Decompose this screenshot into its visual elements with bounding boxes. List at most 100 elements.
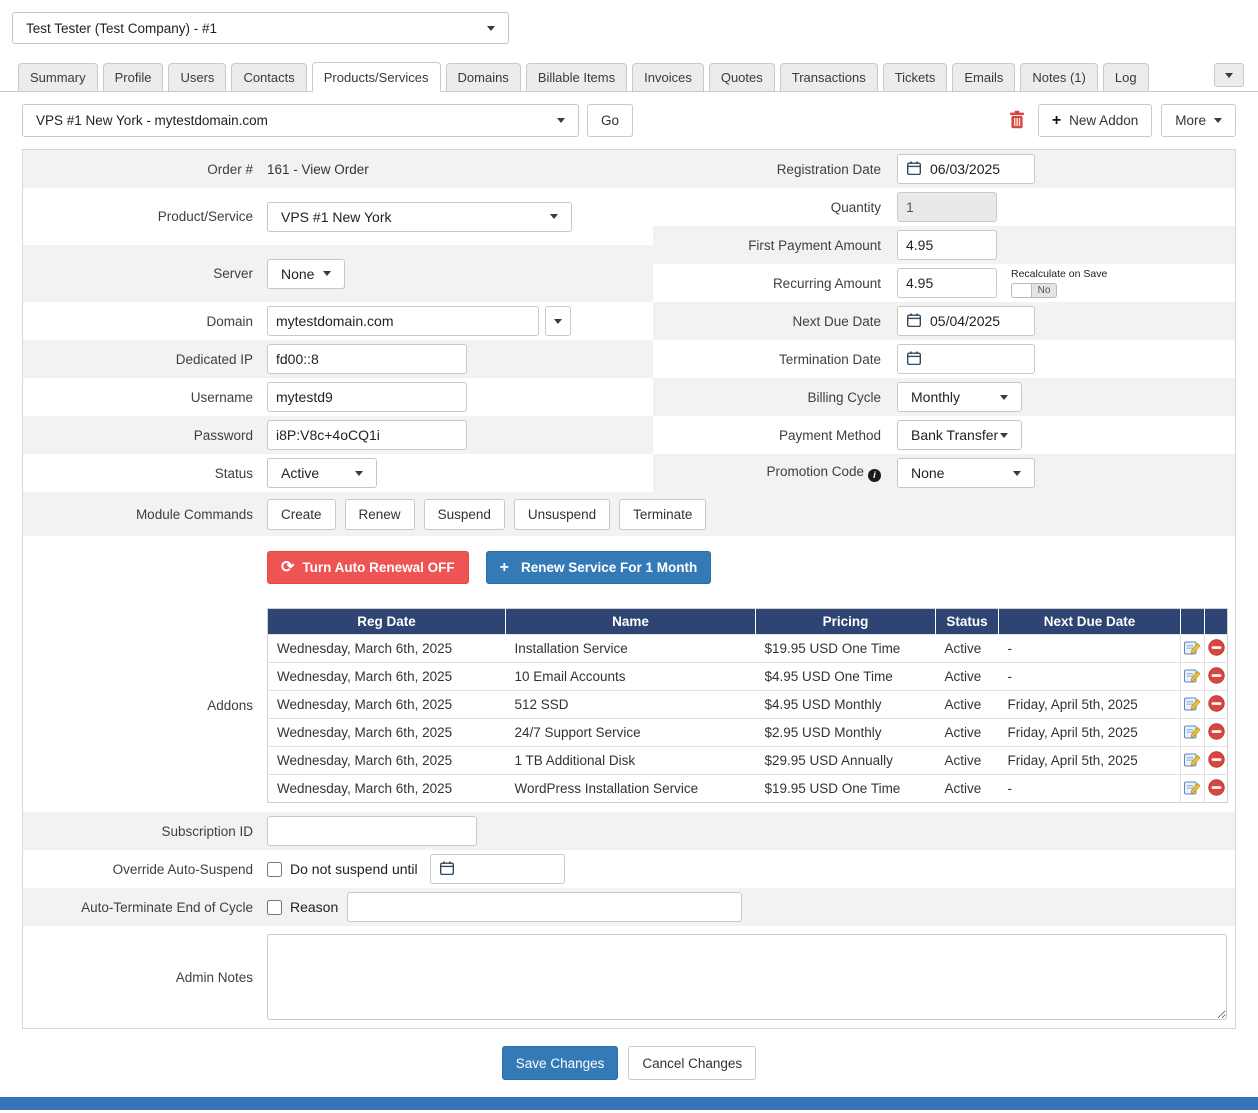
billing-cycle-select[interactable]: Monthly xyxy=(897,382,1022,412)
promotion-code-select[interactable]: None xyxy=(897,458,1035,488)
password-input[interactable] xyxy=(267,420,467,450)
refresh-icon: ⟳ xyxy=(281,560,294,576)
new-addon-button[interactable]: + New Addon xyxy=(1038,104,1152,137)
status-select[interactable]: Active xyxy=(267,458,377,488)
tab-emails[interactable]: Emails xyxy=(952,63,1015,92)
suspend-button[interactable]: Suspend xyxy=(424,499,505,530)
client-selector[interactable]: Test Tester (Test Company) - #1 xyxy=(12,12,509,44)
tab-contacts[interactable]: Contacts xyxy=(231,63,306,92)
recalculate-toggle[interactable]: No xyxy=(1011,283,1057,298)
tab-profile[interactable]: Profile xyxy=(103,63,164,92)
delete-product-icon-button[interactable] xyxy=(1005,110,1029,132)
addon-pricing: $4.95 USD Monthly xyxy=(756,691,936,719)
suspend-until-date-picker[interactable] xyxy=(430,854,565,884)
plus-icon: + xyxy=(1052,113,1061,129)
dedicated-ip-label: Dedicated IP xyxy=(23,352,253,367)
edit-addon-icon[interactable] xyxy=(1181,691,1205,719)
server-select[interactable]: None xyxy=(267,259,345,289)
username-input[interactable] xyxy=(267,382,467,412)
admin-notes-textarea[interactable] xyxy=(267,934,1227,1020)
service-toolbar: VPS #1 New York - mytestdomain.com Go + … xyxy=(0,92,1258,149)
reason-label: Reason xyxy=(290,899,338,915)
domain-input[interactable] xyxy=(267,306,539,336)
info-icon[interactable]: i xyxy=(868,469,881,482)
create-button[interactable]: Create xyxy=(267,499,336,530)
delete-addon-icon[interactable] xyxy=(1205,635,1228,663)
order-label: Order # xyxy=(23,162,253,177)
edit-addon-icon[interactable] xyxy=(1181,747,1205,775)
module-commands-row: Module Commands CreateRenewSuspendUnsusp… xyxy=(23,492,1235,536)
tab-invoices[interactable]: Invoices xyxy=(632,63,704,92)
tab-overflow-button[interactable] xyxy=(1214,63,1244,87)
addon-row: Wednesday, March 6th, 2025Installation S… xyxy=(268,635,1228,663)
tab-list: SummaryProfileUsersContactsProducts/Serv… xyxy=(18,62,1154,91)
domain-dropdown-button[interactable] xyxy=(545,306,571,336)
addons-col-name: Name xyxy=(506,609,756,635)
renew-service-label: Renew Service For 1 Month xyxy=(521,560,697,575)
order-row: Order # 161 - View Order xyxy=(23,150,653,188)
registration-date-picker[interactable]: 06/03/2025 xyxy=(897,154,1035,184)
caret-down-icon xyxy=(1214,118,1222,123)
tab-users[interactable]: Users xyxy=(168,63,226,92)
username-label: Username xyxy=(23,390,253,405)
tab-summary[interactable]: Summary xyxy=(18,63,98,92)
tab-log[interactable]: Log xyxy=(1103,63,1149,92)
more-button[interactable]: More xyxy=(1161,104,1236,137)
terminate-button[interactable]: Terminate xyxy=(619,499,706,530)
tab-billable-items[interactable]: Billable Items xyxy=(526,63,627,92)
delete-addon-icon[interactable] xyxy=(1205,691,1228,719)
edit-addon-icon[interactable] xyxy=(1181,635,1205,663)
auto-terminate-checkbox[interactable] xyxy=(267,900,282,915)
quantity-input xyxy=(897,192,997,222)
next-due-date-label: Next Due Date xyxy=(653,314,881,329)
tab-transactions[interactable]: Transactions xyxy=(780,63,878,92)
unsuspend-button[interactable]: Unsuspend xyxy=(514,499,610,530)
turn-auto-renewal-off-button[interactable]: ⟳ Turn Auto Renewal OFF xyxy=(267,551,469,584)
edit-addon-icon[interactable] xyxy=(1181,663,1205,691)
override-auto-suspend-label: Override Auto-Suspend xyxy=(23,862,253,877)
product-service-select[interactable]: VPS #1 New York xyxy=(267,202,572,232)
renew-button[interactable]: Renew xyxy=(345,499,415,530)
billing-cycle-row: Billing Cycle Monthly xyxy=(653,378,1235,416)
order-number-value[interactable]: 161 - View Order xyxy=(267,162,369,177)
tab-domains[interactable]: Domains xyxy=(446,63,521,92)
tab-quotes[interactable]: Quotes xyxy=(709,63,775,92)
override-auto-suspend-checkbox[interactable] xyxy=(267,862,282,877)
registration-date-value: 06/03/2025 xyxy=(930,161,1000,177)
calendar-icon xyxy=(440,861,454,878)
save-changes-button[interactable]: Save Changes xyxy=(502,1046,619,1080)
reason-input[interactable] xyxy=(347,892,742,922)
payment-method-select[interactable]: Bank Transfer xyxy=(897,420,1022,450)
tab-products-services[interactable]: Products/Services xyxy=(312,62,441,92)
renew-service-button[interactable]: + Renew Service For 1 Month xyxy=(486,551,712,584)
recurring-amount-label: Recurring Amount xyxy=(653,276,881,291)
addon-reg-date: Wednesday, March 6th, 2025 xyxy=(268,635,506,663)
service-selector[interactable]: VPS #1 New York - mytestdomain.com xyxy=(22,104,579,137)
delete-addon-icon[interactable] xyxy=(1205,719,1228,747)
termination-date-picker[interactable] xyxy=(897,344,1035,374)
edit-addon-icon[interactable] xyxy=(1181,719,1205,747)
subscription-id-input[interactable] xyxy=(267,816,477,846)
delete-addon-icon[interactable] xyxy=(1205,747,1228,775)
first-payment-input[interactable] xyxy=(897,230,997,260)
delete-addon-icon[interactable] xyxy=(1205,775,1228,803)
tab-notes-1[interactable]: Notes (1) xyxy=(1020,63,1097,92)
addon-name: Installation Service xyxy=(506,635,756,663)
addon-next-due: Friday, April 5th, 2025 xyxy=(999,747,1181,775)
cancel-changes-button[interactable]: Cancel Changes xyxy=(628,1046,756,1080)
next-due-date-picker[interactable]: 05/04/2025 xyxy=(897,306,1035,336)
dedicated-ip-input[interactable] xyxy=(267,344,467,374)
delete-addon-icon[interactable] xyxy=(1205,663,1228,691)
recurring-amount-input[interactable] xyxy=(897,268,997,298)
edit-addon-icon[interactable] xyxy=(1181,775,1205,803)
addon-reg-date: Wednesday, March 6th, 2025 xyxy=(268,747,506,775)
tab-tickets[interactable]: Tickets xyxy=(883,63,948,92)
password-row: Password xyxy=(23,416,653,454)
registration-date-row: Registration Date 06/03/2025 xyxy=(653,150,1235,188)
caret-down-icon xyxy=(557,118,565,123)
calendar-icon xyxy=(907,161,921,178)
do-not-suspend-label: Do not suspend until xyxy=(290,861,418,877)
go-button[interactable]: Go xyxy=(587,104,633,137)
addon-reg-date: Wednesday, March 6th, 2025 xyxy=(268,775,506,803)
addon-name: 10 Email Accounts xyxy=(506,663,756,691)
